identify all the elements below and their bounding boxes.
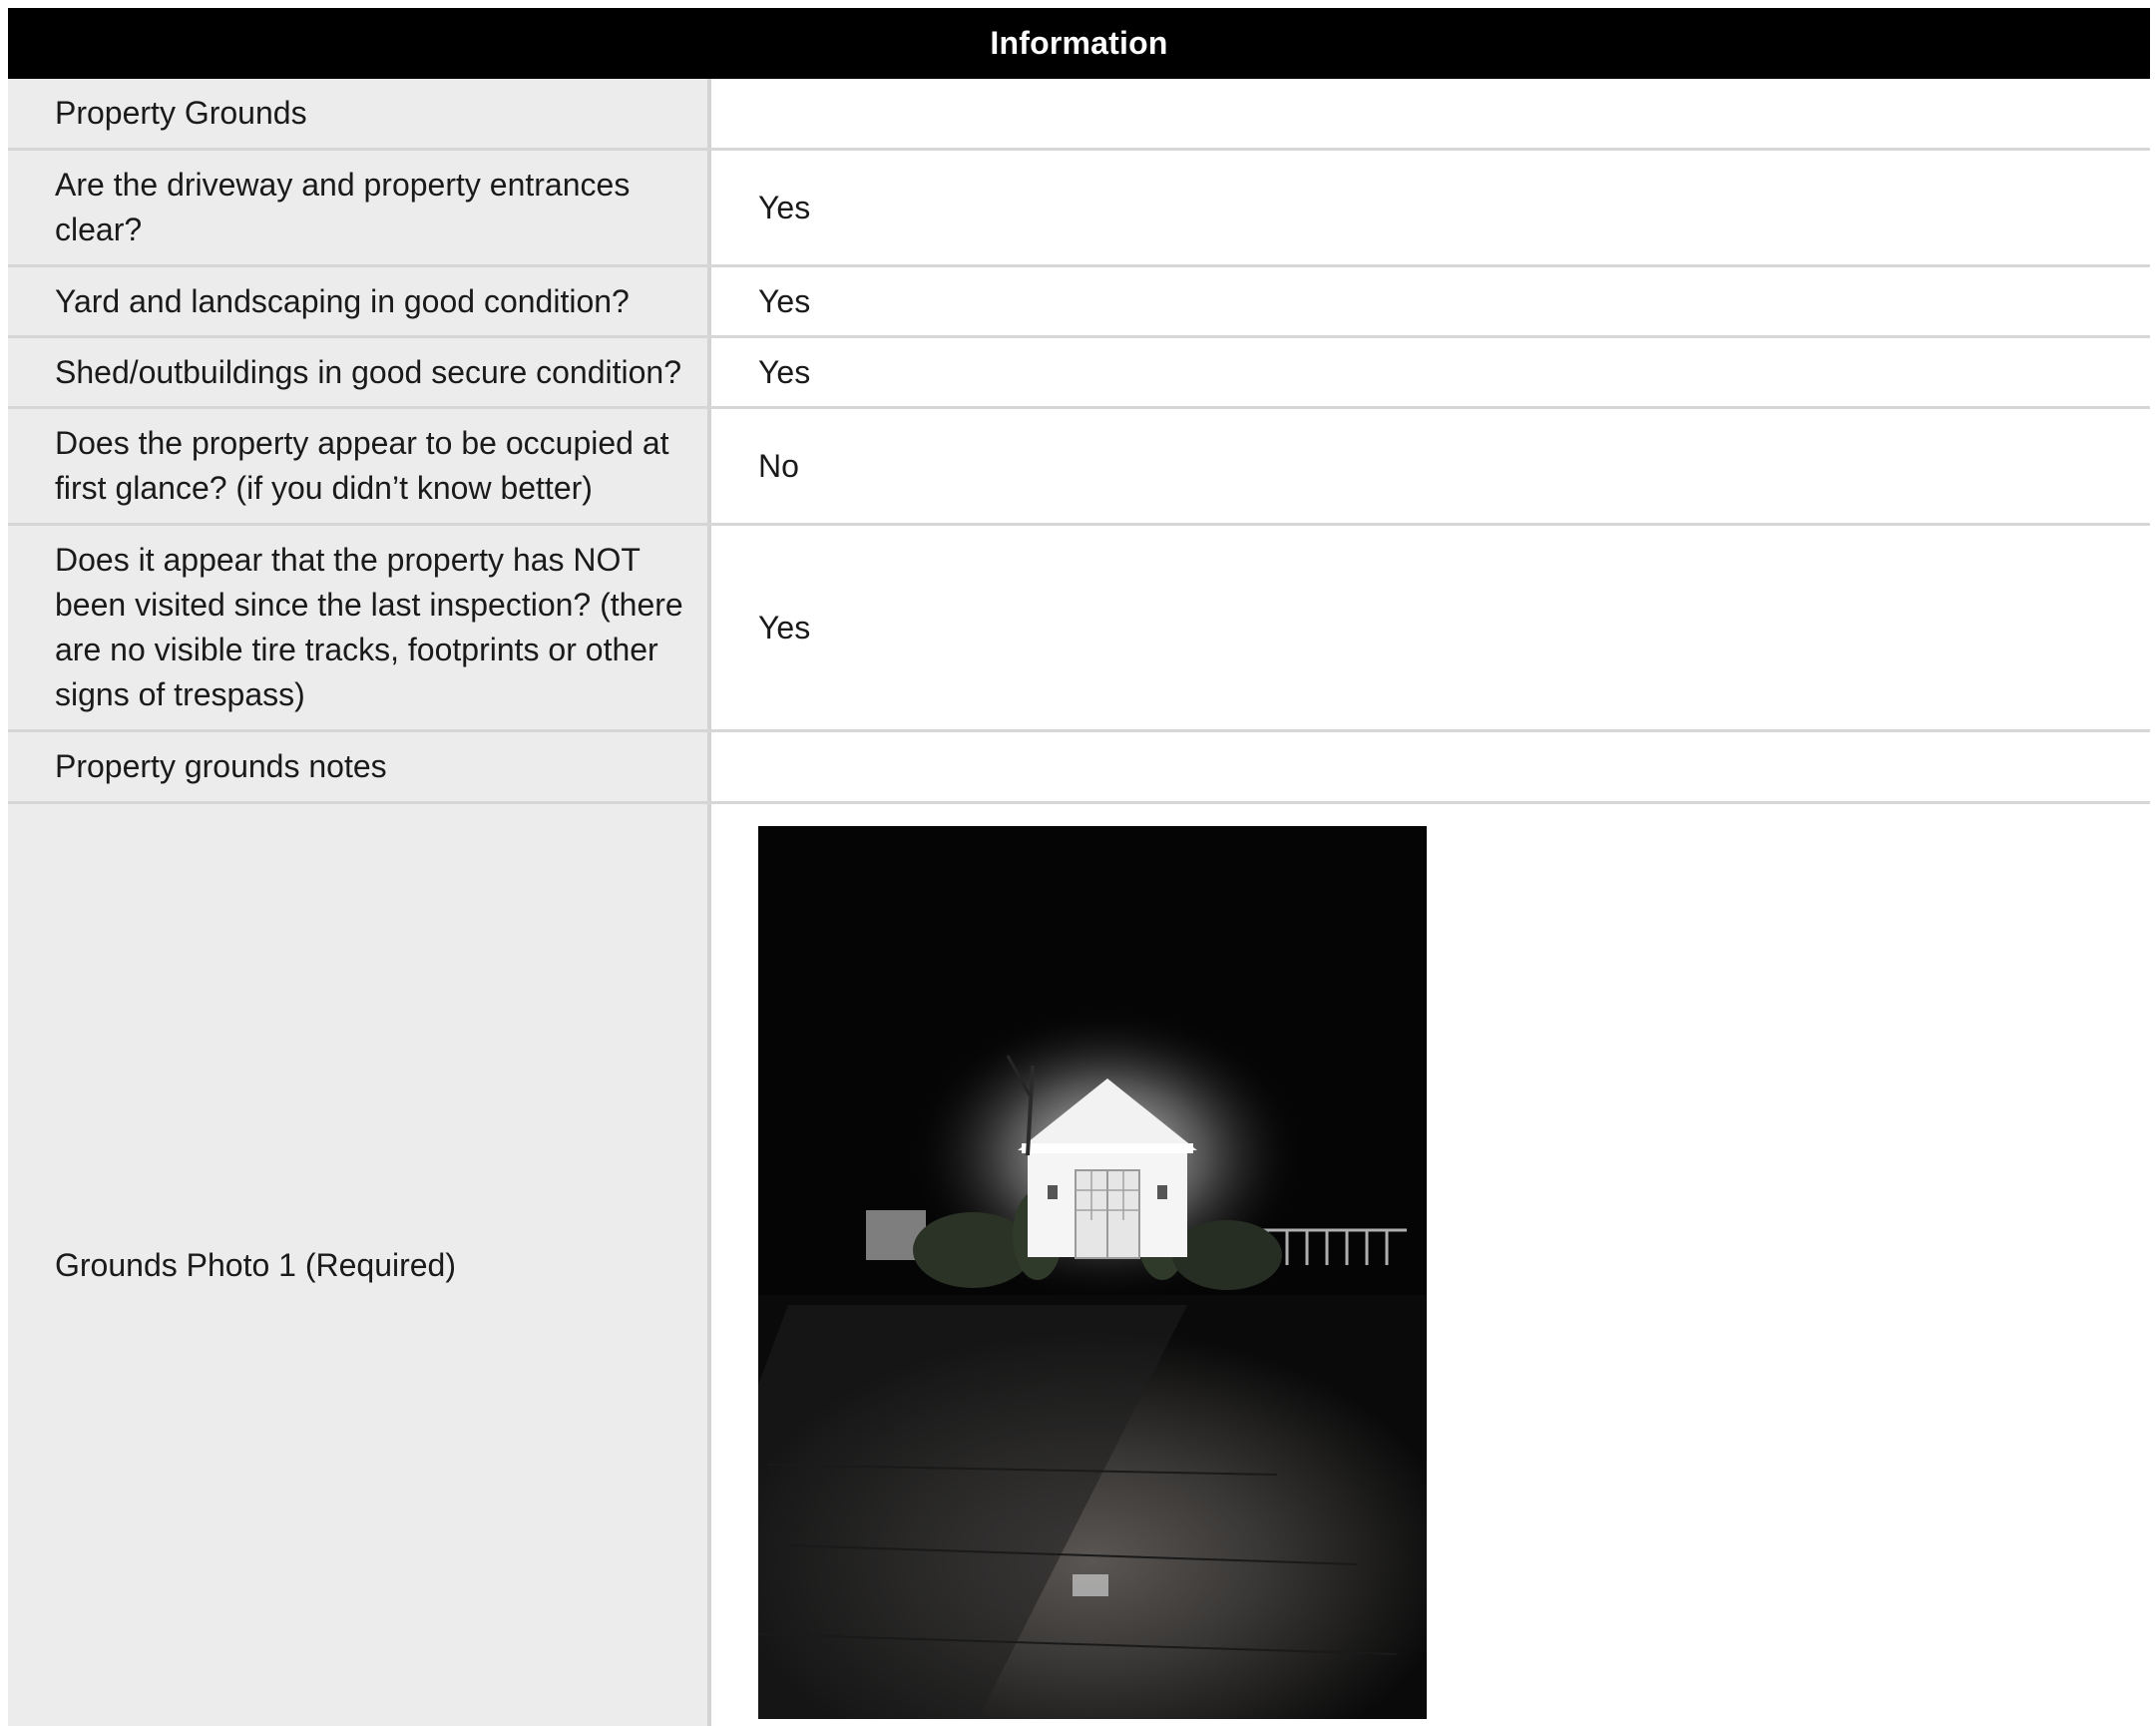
- row-label: Does it appear that the property has NOT…: [8, 526, 711, 729]
- row-label: Shed/outbuildings in good secure conditi…: [8, 338, 711, 406]
- shed-night-image: [758, 826, 1427, 1719]
- section-header: Information: [8, 8, 2150, 79]
- row-value: Yes: [711, 526, 2150, 729]
- row-label: Grounds Photo 1 (Required): [8, 804, 711, 1726]
- table-row: Shed/outbuildings in good secure conditi…: [8, 338, 2150, 409]
- table-row: Property grounds notes: [8, 732, 2150, 804]
- table-row: Are the driveway and property entrances …: [8, 151, 2150, 267]
- table-row: Yard and landscaping in good condition? …: [8, 267, 2150, 338]
- row-label: Are the driveway and property entrances …: [8, 151, 711, 264]
- row-value: Yes: [711, 151, 2150, 264]
- row-label: Does the property appear to be occupied …: [8, 409, 711, 523]
- row-value: Yes: [711, 267, 2150, 335]
- table-row: Does it appear that the property has NOT…: [8, 526, 2150, 732]
- grounds-photo[interactable]: [758, 826, 1427, 1719]
- row-value: [711, 79, 2150, 148]
- row-label: Yard and landscaping in good condition?: [8, 267, 711, 335]
- row-label: Property Grounds: [8, 79, 711, 148]
- table-row: Property Grounds: [8, 79, 2150, 151]
- row-label: Property grounds notes: [8, 732, 711, 801]
- row-value: [711, 732, 2150, 801]
- row-value: Yes: [711, 338, 2150, 406]
- table-row: Does the property appear to be occupied …: [8, 409, 2150, 526]
- row-value: No: [711, 409, 2150, 523]
- inspection-report: Information Property Grounds Are the dri…: [8, 8, 2150, 1726]
